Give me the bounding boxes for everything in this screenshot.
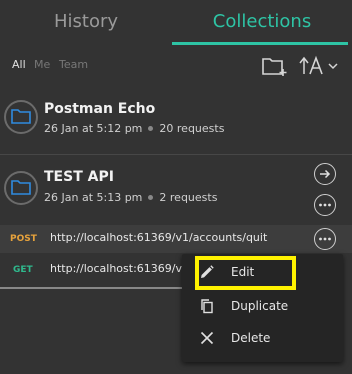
menu-label: Delete — [231, 331, 271, 345]
dot-separator — [148, 126, 154, 131]
collection-count: 2 requests — [159, 191, 218, 204]
dot-separator — [148, 195, 154, 200]
edit-highlight-box — [195, 256, 296, 290]
method-badge: POST — [10, 234, 37, 244]
row-underline — [0, 287, 182, 289]
active-tab-indicator — [172, 42, 348, 45]
menu-item-delete[interactable]: Delete — [182, 323, 343, 353]
collection-meta: 26 Jan at 5:13 pm 2 requests — [44, 191, 217, 204]
folder-icon — [4, 100, 38, 134]
collection-meta: 26 Jan at 5:12 pm 20 requests — [44, 122, 224, 135]
collection-count: 20 requests — [159, 122, 225, 135]
filter-bar: All Me Team — [0, 54, 352, 78]
new-collection-icon[interactable] — [261, 54, 289, 78]
filter-all[interactable]: All — [12, 58, 26, 71]
filter-team[interactable]: Team — [59, 58, 88, 71]
collection-name: TEST API — [44, 169, 114, 185]
menu-label: Duplicate — [231, 299, 289, 313]
collection-name: Postman Echo — [44, 101, 156, 117]
request-url: http://localhost:61369/v1/ — [50, 262, 193, 275]
filter-me[interactable]: Me — [34, 58, 50, 71]
request-more-button[interactable] — [314, 228, 336, 250]
tab-history[interactable]: History — [0, 0, 172, 46]
request-url: http://localhost:61369/v1/accounts/quit — [50, 231, 268, 244]
method-badge: GET — [13, 265, 33, 275]
menu-item-duplicate[interactable]: Duplicate — [182, 291, 343, 321]
collection-more-button[interactable] — [314, 194, 336, 216]
tab-collections[interactable]: Collections — [172, 0, 352, 46]
divider — [0, 154, 352, 155]
request-row-post[interactable]: POST http://localhost:61369/v1/accounts/… — [0, 225, 352, 253]
sidebar-tabs: History Collections — [0, 0, 352, 46]
collection-date: 26 Jan at 5:12 pm — [44, 122, 143, 135]
collection-date: 26 Jan at 5:13 pm — [44, 191, 143, 204]
close-icon — [199, 330, 215, 346]
open-collection-button[interactable] — [314, 163, 336, 185]
collection-item-test-api[interactable]: TEST API 26 Jan at 5:13 pm 2 requests — [0, 160, 352, 222]
duplicate-icon — [199, 298, 215, 314]
collection-item-postman-echo[interactable]: Postman Echo 26 Jan at 5:12 pm 20 request… — [0, 92, 352, 154]
folder-icon — [4, 171, 38, 205]
sort-icon[interactable] — [298, 54, 340, 78]
